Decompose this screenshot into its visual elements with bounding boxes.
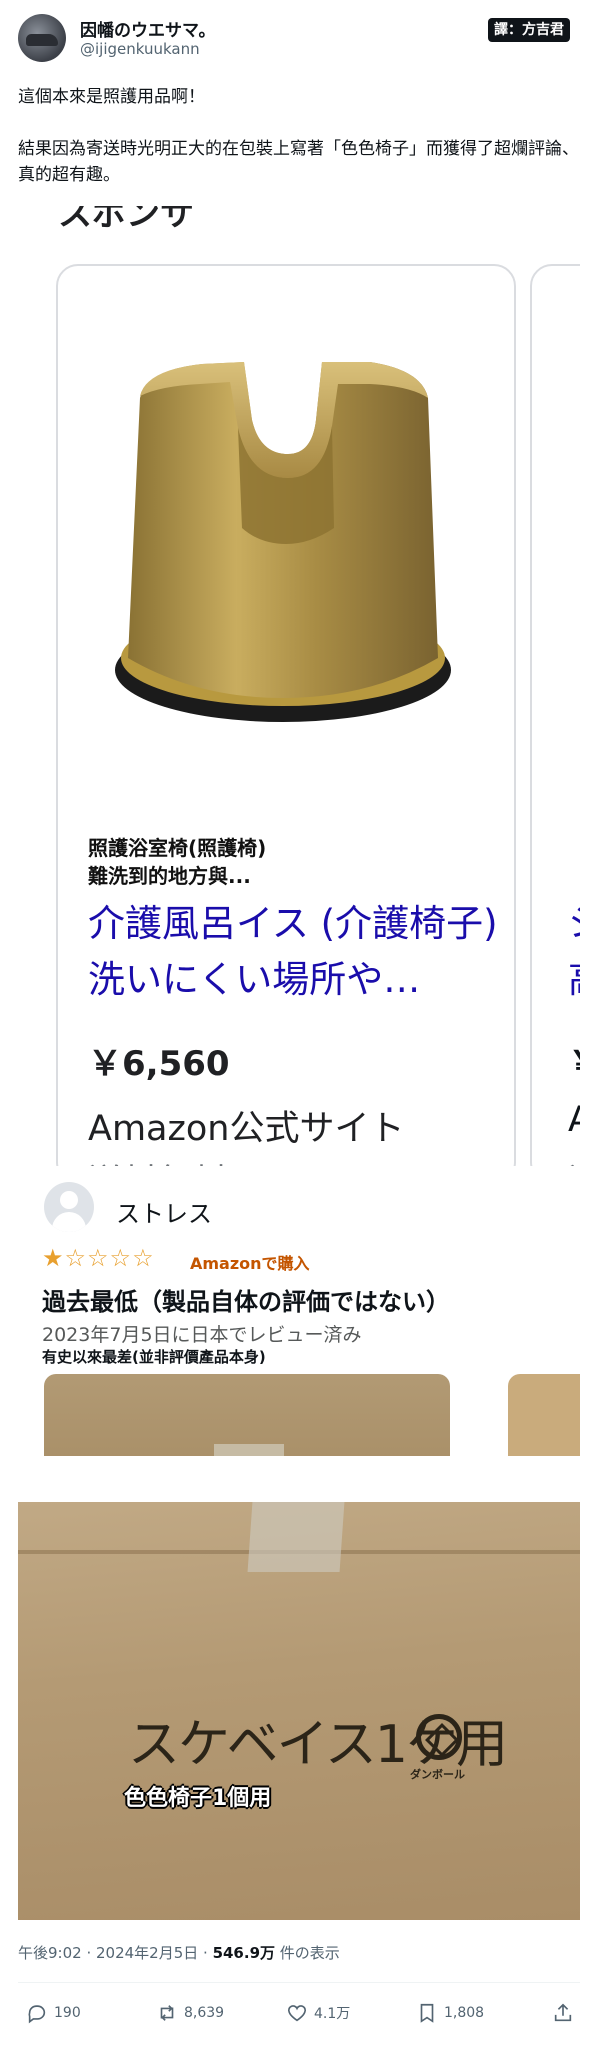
star-rating: ★☆☆☆☆ [42, 1244, 155, 1272]
review-screenshot: ストレス ★☆☆☆☆ Amazonで購入 過去最低（製品自体の評価ではない） 2… [18, 1166, 580, 1456]
repost-count: 8,639 [184, 2005, 225, 2021]
bookmark-icon [420, 2003, 434, 2023]
product-seller: Amazon公式サイト [88, 1109, 405, 1149]
cardboard-box-photo: スケベイス1ケ用 色色椅子1個用 ダンボール [18, 1502, 580, 1920]
author-handle[interactable]: @ijigenkuukann [80, 40, 200, 58]
reviewer-avatar-icon [44, 1182, 94, 1232]
product-shipping: 送料無料 [88, 1154, 228, 1166]
repost-button[interactable]: 8,639 [156, 2002, 224, 2024]
shopping-screenshot: スポンサ 照護浴室椅(照護椅) 難洗到的地方與... 介護風呂イス (介護椅子)… [18, 206, 580, 1166]
reviewer-name: ストレス [116, 1200, 212, 1228]
like-count: 4.1万 [314, 2006, 351, 2022]
box-label-translation: 色色椅子1個用 [124, 1786, 272, 1811]
review-date: 2023年7月5日に日本でレビュー済み [42, 1324, 362, 1346]
verified-purchase-badge: Amazonで購入 [190, 1254, 310, 1273]
review-title: 過去最低（製品自体の評価ではない） [42, 1288, 450, 1316]
tweet-media[interactable]: スポンサ 照護浴室椅(照護椅) 難洗到的地方與... 介護風呂イス (介護椅子)… [18, 206, 580, 1920]
bookmark-button[interactable]: 1,808 [416, 2002, 484, 2024]
author-display-name[interactable]: 因幡のウエサマ。 [80, 16, 216, 41]
share-icon [554, 2003, 572, 2022]
next-product-title: シ 高 [568, 896, 580, 1008]
next-product-seller: A [568, 1100, 580, 1140]
product-card: 照護浴室椅(照護椅) 難洗到的地方與... 介護風呂イス (介護椅子) 洗いにく… [56, 264, 516, 1166]
tweet-header: 因幡のウエサマ。 @ijigenkuukann 譯：方吉君 [18, 14, 580, 64]
review-photo-thumbnail [44, 1374, 450, 1456]
next-product-card[interactable]: シ 高 ￥ A 送 [530, 264, 580, 1166]
view-count: 546.9万 [212, 1944, 276, 1962]
product-title-link[interactable]: 介護風呂イス (介護椅子) 洗いにくい場所や… [88, 896, 508, 1008]
cardboard-mark-text: ダンボール [410, 1768, 465, 1781]
divider [18, 1982, 580, 1983]
review-translation: 有史以來最差(並非評價產品本身) [42, 1348, 266, 1366]
tweet-timestamp[interactable]: 午後9:02 · 2024年2月5日 · [18, 1944, 213, 1962]
share-button[interactable] [552, 2002, 574, 2024]
reply-count: 190 [54, 2005, 81, 2021]
next-product-price: ￥ [568, 1036, 580, 1085]
reply-button[interactable]: 190 [26, 2002, 81, 2024]
bookmark-count: 1,808 [444, 2005, 485, 2021]
heart-icon [287, 2005, 307, 2022]
review-photo-thumbnail-2 [508, 1374, 580, 1456]
author-avatar[interactable] [18, 14, 66, 62]
like-button[interactable]: 4.1万 [286, 2002, 350, 2024]
view-count-suffix: 件の表示 [275, 1944, 340, 1962]
product-price: ￥6,560 [88, 1044, 230, 1084]
packing-tape [247, 1502, 345, 1572]
tweet-actions: 190 8,639 4.1万 1,808 [18, 2000, 580, 2030]
cardboard-recycle-icon [416, 1714, 462, 1760]
reply-icon [28, 2005, 46, 2024]
next-product-shipping: 送 [568, 1154, 580, 1166]
tweet-text: 這個本來是照護用品啊！ 結果因為寄送時光明正大的在包裝上寫著「色色椅子」而獲得了… [18, 87, 579, 185]
repost-icon [160, 2005, 174, 2021]
translator-watermark: 譯：方吉君 [488, 18, 570, 42]
gold-bath-stool-image [110, 278, 456, 800]
translation-overlay: 照護浴室椅(照護椅) 難洗到的地方與... [88, 836, 267, 888]
tweet-meta: 午後9:02 · 2024年2月5日 · 546.9万 件の表示 [18, 1942, 340, 1963]
cut-off-heading: スポンサ [58, 206, 194, 234]
